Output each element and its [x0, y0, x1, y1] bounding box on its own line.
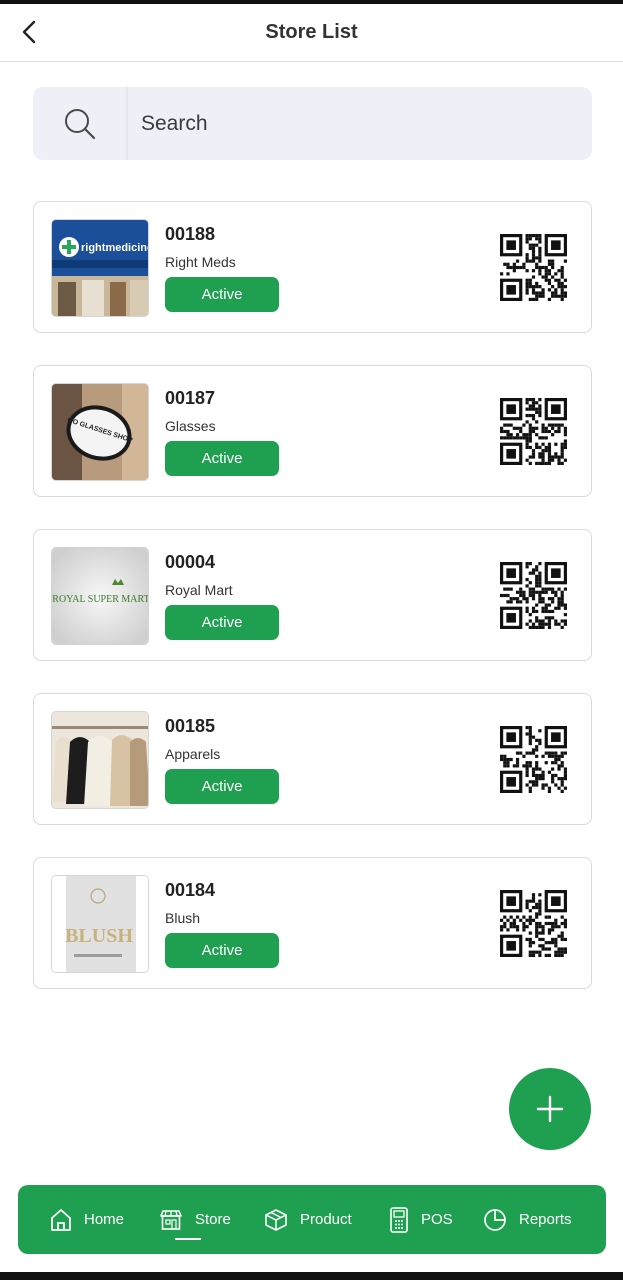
box-icon — [265, 1208, 287, 1231]
store-code: 00004 — [165, 552, 216, 572]
store-card[interactable]: rightmedicine 00188 Right Meds Active — [33, 201, 592, 333]
nav-item-product[interactable]: Product — [264, 1185, 352, 1254]
store-code: 00184 — [165, 880, 216, 900]
thumb-text: rightmedicine — [81, 242, 149, 254]
store-card[interactable]: ROYAL SUPER MART 00004 Royal Mart Active — [33, 529, 592, 661]
nav-label-home: Home — [84, 1211, 125, 1228]
app-header: Store List — [0, 4, 623, 62]
store-code: 00185 — [165, 716, 216, 736]
nav-label-reports: Reports — [519, 1211, 572, 1228]
qr-code-icon[interactable] — [500, 234, 567, 301]
plus-icon — [536, 1095, 564, 1123]
store-name: Blush — [165, 910, 201, 926]
store-name: Right Meds — [165, 254, 236, 270]
store-name: Royal Mart — [165, 582, 233, 598]
store-card[interactable]: GO GLASSES SHOP 00187 Glasses Active — [33, 365, 592, 497]
qr-code-icon[interactable] — [500, 398, 567, 465]
status-badge[interactable]: Active — [165, 769, 279, 804]
status-badge[interactable]: Active — [165, 605, 279, 640]
thumb-text: BLUSH — [65, 925, 133, 947]
pie-chart-icon — [484, 1208, 506, 1231]
status-badge[interactable]: Active — [165, 933, 279, 968]
store-thumbnail: BLUSH — [51, 875, 149, 973]
store-name: Glasses — [165, 418, 216, 434]
qr-code-icon[interactable] — [500, 726, 567, 793]
home-icon — [51, 1208, 71, 1231]
status-badge[interactable]: Active — [165, 277, 279, 312]
store-icon — [160, 1209, 182, 1230]
nav-item-home[interactable]: Home — [50, 1185, 124, 1254]
store-code: 00187 — [165, 388, 216, 408]
nav-item-reports[interactable]: Reports — [483, 1185, 572, 1254]
store-card[interactable]: BLUSH 00184 Blush Active — [33, 857, 592, 989]
store-thumbnail: ROYAL SUPER MART — [51, 547, 149, 645]
active-tab-indicator — [175, 1238, 201, 1240]
search-divider — [126, 87, 128, 160]
search-input[interactable] — [141, 87, 581, 160]
bottom-nav: Home Store Product POS Reports — [18, 1185, 606, 1254]
qr-code-icon[interactable] — [500, 562, 567, 629]
thumb-text: ROYAL SUPER MART — [52, 594, 149, 605]
nav-label-pos: POS — [421, 1211, 453, 1228]
nav-label-store: Store — [195, 1211, 231, 1228]
search-bar[interactable] — [33, 87, 592, 160]
status-badge[interactable]: Active — [165, 441, 279, 476]
nav-item-store[interactable]: Store — [159, 1185, 231, 1254]
qr-code-icon[interactable] — [500, 890, 567, 957]
store-thumbnail: GO GLASSES SHOP — [51, 383, 149, 481]
add-store-button[interactable] — [509, 1068, 591, 1150]
pos-terminal-icon — [390, 1206, 408, 1233]
store-code: 00188 — [165, 224, 216, 244]
store-thumbnail: rightmedicine — [51, 219, 149, 317]
search-icon[interactable] — [33, 87, 126, 160]
store-card[interactable]: 00185 Apparels Active — [33, 693, 592, 825]
store-thumbnail — [51, 711, 149, 809]
nav-item-pos[interactable]: POS — [389, 1185, 453, 1254]
system-nav-bar — [0, 1272, 623, 1280]
nav-label-product: Product — [300, 1211, 352, 1228]
store-name: Apparels — [165, 746, 221, 762]
page-title: Store List — [265, 21, 358, 43]
